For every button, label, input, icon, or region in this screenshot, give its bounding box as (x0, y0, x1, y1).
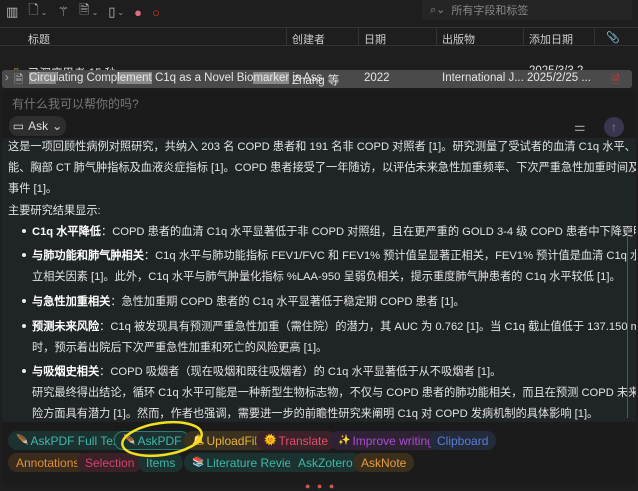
new-note-icon[interactable]: ▯ ⌄ (108, 4, 124, 20)
yellow-circle-annotation (121, 420, 203, 458)
attachment-icon[interactable]: 📎 (606, 31, 620, 44)
chip-askzotero[interactable]: AskZotero (290, 453, 361, 472)
column-publication[interactable]: 出版物 (442, 31, 475, 47)
new-item-icon[interactable]: 🗋 ⌄ (28, 1, 47, 23)
magic-wand-icon[interactable]: ⚚ (57, 4, 69, 20)
chip-clipboard[interactable]: Clipboard (429, 431, 497, 450)
column-creator[interactable]: 创建者 (292, 31, 325, 47)
table-row-selected[interactable]: › 🗎 Circulating Complement C1q as a Nove… (2, 70, 632, 88)
chip-asknote[interactable]: AskNote (353, 453, 415, 472)
column-title[interactable]: 标题 (28, 31, 50, 47)
settings-sliders-icon[interactable]: ⚌ (574, 119, 586, 135)
bullet: 与吸烟史相关：COPD 吸烟者（现在吸烟和既往吸烟者）的 C1q 水平显著低于从… (32, 366, 502, 378)
bullet: 与急性加重相关：急性加重期 COPD 患者的 C1q 水平显著低于稳定期 COP… (32, 296, 465, 308)
bullet: 与肺功能和肺气肿相关：C1q 水平与肺功能指标 FEV1/FVC 和 FEV1%… (32, 250, 636, 262)
column-date-added[interactable]: 添加日期 (529, 31, 573, 47)
chip-annotations[interactable]: Annotations (8, 453, 88, 472)
chevron-down-icon: ⌄ (52, 119, 63, 133)
chip-askpdf-full-text[interactable]: 🪶 AskPDF Full Text (8, 431, 131, 450)
plugin-ring-icon[interactable]: ○ (152, 5, 160, 20)
add-attachment-icon[interactable]: 🗎 ⌄ (79, 1, 98, 23)
expand-chevron-icon[interactable]: › (5, 72, 9, 84)
chip-icon: 📚 (192, 457, 205, 468)
send-button[interactable]: ↑ (604, 117, 624, 137)
bullet: C1q 水平降低：COPD 患者的血清 C1q 水平显著低于非 COPD 对照组… (32, 226, 636, 238)
column-header: 标题 创建者 日期 出版物 添加日期 📎 (0, 27, 638, 46)
column-date[interactable]: 日期 (364, 31, 386, 47)
search-icon: ⌕⌄ (430, 4, 446, 16)
search-input[interactable]: ⌕⌄ 所有字段和标签 (422, 0, 632, 20)
chip-icon: 🪶 (16, 435, 29, 446)
resize-handle-icon[interactable]: ● ● ● (305, 481, 336, 491)
chip-icon: 🌞 (264, 435, 277, 446)
chat-icon: ▭ (12, 119, 25, 133)
scrollbar[interactable] (627, 228, 628, 418)
response-content: 这是一项回顾性病例对照研究，共纳入 203 名 COPD 患者和 191 名非 … (2, 138, 636, 422)
chip-icon: ✨ (338, 435, 351, 446)
mode-dropdown[interactable]: ▭ Ask ⌄ (9, 116, 66, 136)
bullet: 预测未来风险：C1q 被发现具有预测严重急性加重（需住院）的潜力，其 AUC 为… (32, 321, 636, 333)
item-title: Circulating Complement C1q as a Novel Bi… (29, 72, 323, 84)
chip-translate[interactable]: 🌞 Translate (256, 431, 337, 450)
chip-improve-writing[interactable]: ✨ Improve writing (330, 431, 442, 450)
chat-input[interactable]: 有什么我可以帮你的吗? (12, 95, 139, 112)
plugin-petal-icon[interactable]: ● (134, 5, 142, 20)
toggle-pane-icon[interactable]: ▥ (6, 4, 18, 20)
